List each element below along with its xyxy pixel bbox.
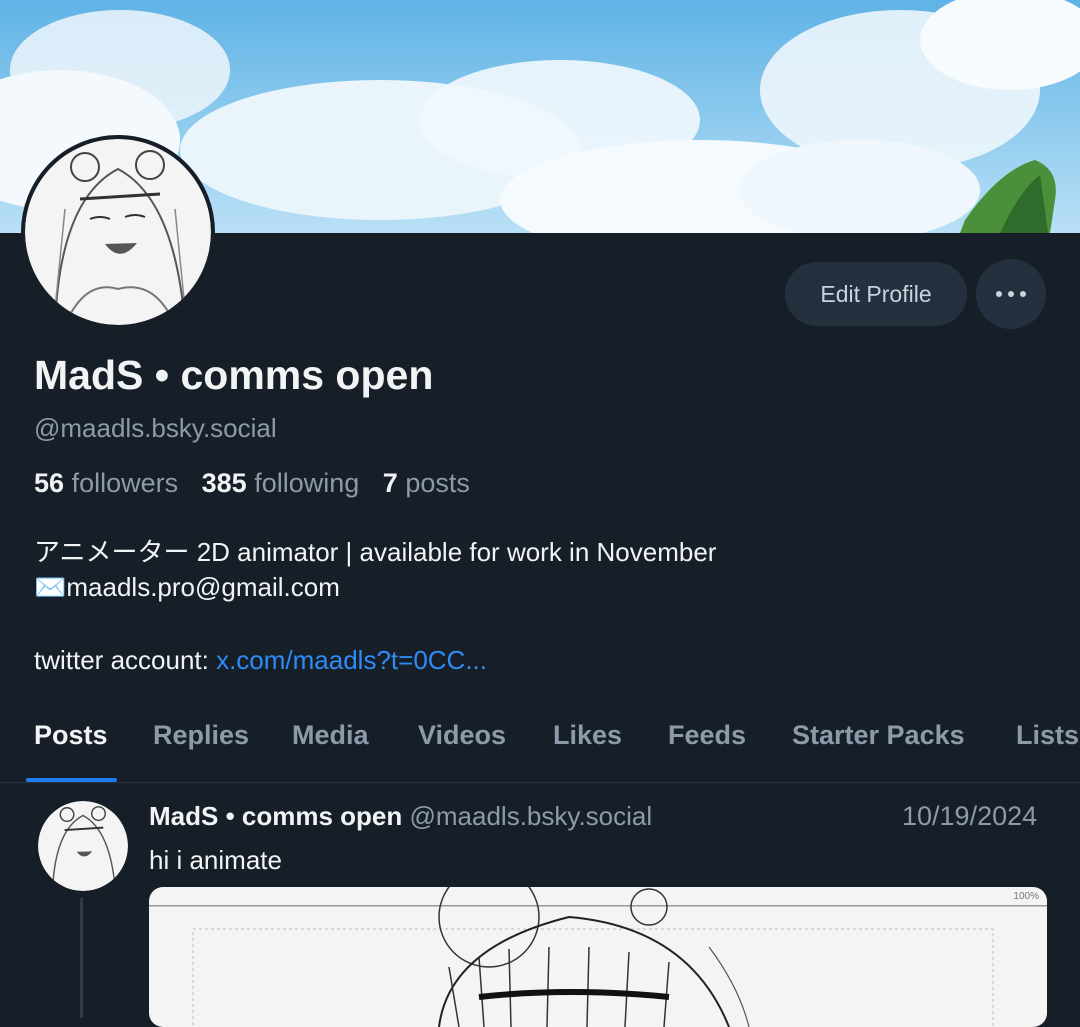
active-tab-indicator — [26, 778, 117, 782]
ellipsis-icon — [993, 291, 1029, 297]
post-date[interactable]: 10/19/2024 — [902, 801, 1037, 832]
following-count: 385 — [201, 468, 247, 498]
tab-replies[interactable]: Replies — [153, 720, 249, 751]
post-author-name[interactable]: MadS • comms open — [149, 801, 402, 831]
following-label: following — [254, 468, 360, 498]
profile-display-name: MadS • comms open — [34, 352, 434, 398]
followers-count: 56 — [34, 468, 65, 498]
tab-feeds[interactable]: Feeds — [668, 720, 746, 751]
tab-posts[interactable]: Posts — [34, 720, 108, 751]
profile-avatar[interactable] — [21, 135, 215, 329]
tab-likes[interactable]: Likes — [553, 720, 622, 751]
posts-stat: 7 posts — [383, 468, 470, 498]
post-author-handle[interactable]: @maadls.bsky.social — [410, 801, 653, 831]
more-options-button[interactable] — [976, 259, 1046, 329]
tab-starter-packs[interactable]: Starter Packs — [792, 720, 965, 751]
thread-line — [80, 898, 83, 1018]
followers-stat[interactable]: 56 followers — [34, 468, 178, 498]
tab-lists[interactable]: Lists — [1016, 720, 1079, 751]
profile-handle: @maadls.bsky.social — [34, 413, 277, 443]
tab-videos[interactable]: Videos — [418, 720, 506, 751]
bio-line: アニメーター 2D animator | available for work … — [34, 537, 717, 567]
tab-media[interactable]: Media — [292, 720, 369, 751]
bio-twitter-link[interactable]: x.com/maadls?t=0CC... — [216, 645, 487, 675]
following-stat[interactable]: 385 following — [202, 468, 360, 498]
edit-profile-button[interactable]: Edit Profile — [785, 262, 967, 326]
post-avatar-sketch-image — [38, 801, 128, 891]
post-text: hi i animate — [149, 845, 282, 875]
avatar-sketch-image — [25, 139, 211, 325]
bio-email: ✉️maadls.pro@gmail.com — [34, 572, 340, 602]
posts-label: posts — [405, 468, 470, 498]
post-author[interactable]: MadS • comms open @maadls.bsky.social — [149, 801, 652, 832]
profile-bio: アニメーター 2D animator | available for work … — [34, 535, 716, 678]
post-author-avatar[interactable] — [38, 801, 128, 891]
bio-twitter-line: twitter account: x.com/maadls?t=0CC... — [34, 643, 716, 678]
image-zoom-label: 100% — [1013, 891, 1039, 902]
posts-count: 7 — [382, 468, 398, 498]
profile-tabs: Posts Replies Media Videos Likes Feeds S… — [0, 700, 1080, 783]
followers-label: followers — [71, 468, 179, 498]
post-sketch-image — [149, 887, 1047, 1027]
profile-stats: 56 followers 385 following 7 posts — [34, 468, 486, 499]
post-image[interactable]: 100% — [149, 887, 1047, 1027]
bio-twitter-prefix: twitter account: — [34, 645, 217, 675]
